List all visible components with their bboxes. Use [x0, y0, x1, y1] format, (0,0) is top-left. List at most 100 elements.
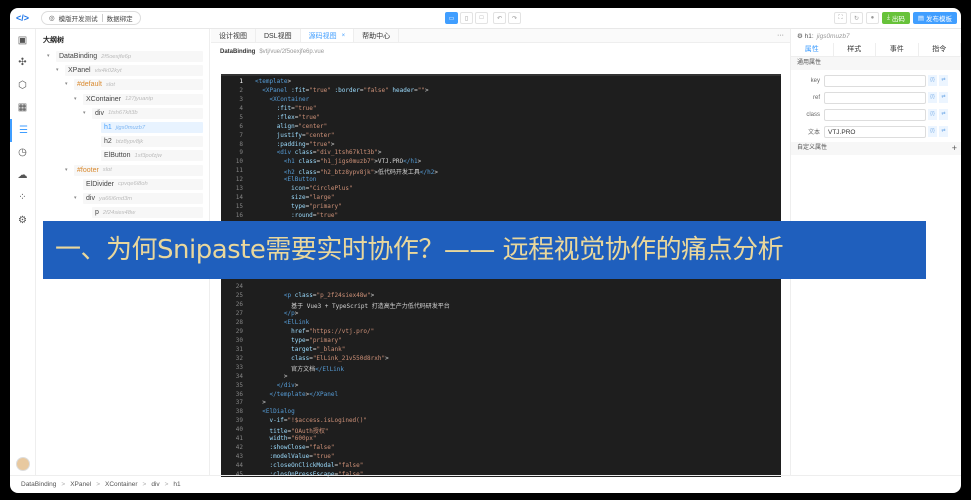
fullscreen-icon[interactable]: ⛶: [833, 12, 847, 24]
expand-arrow-icon[interactable]: ▾: [83, 110, 86, 116]
line-number: 13: [235, 185, 243, 193]
node-label: h1:: [804, 32, 814, 40]
prop-input[interactable]: VTJ.PRO: [824, 125, 926, 138]
editor-tabs: 设计视图 DSL视图 源码视图 × 帮助中心 ···: [211, 29, 790, 43]
plugin-icon[interactable]: ✣: [10, 52, 35, 75]
code-line: :padding="true">: [276, 140, 335, 148]
settings-icon[interactable]: ●: [865, 12, 879, 24]
tree-node[interactable]: h1 jigs0muzb7: [101, 122, 203, 133]
code-line: </template></XPanel: [269, 390, 339, 398]
prop-input[interactable]: [824, 74, 926, 87]
line-number: 14: [235, 194, 243, 202]
expand-arrow-icon[interactable]: ▾: [65, 81, 68, 87]
chevron-right-icon: >: [164, 481, 169, 488]
add-icon[interactable]: +: [952, 142, 957, 155]
expand-arrow-icon[interactable]: ▾: [47, 53, 50, 59]
code-line: size="large": [291, 194, 335, 202]
tree-node[interactable]: h2 btz8ypv8jk: [101, 136, 203, 148]
tree-node[interactable]: XPanel vix4k02kyt: [65, 65, 203, 77]
line-number: 34: [235, 372, 243, 380]
project-breadcrumb[interactable]: ◎ 模版开发测试 数据绑定: [41, 11, 141, 25]
project-name[interactable]: 模版开发测试: [59, 13, 98, 23]
swap-button[interactable]: ⇄: [939, 109, 948, 120]
line-number: 6: [239, 122, 243, 130]
more-icon[interactable]: ···: [777, 32, 790, 39]
line-number: 36: [235, 390, 243, 398]
line-number: 37: [235, 399, 243, 407]
undo-icon[interactable]: ↶: [493, 12, 506, 24]
line-number: 26: [235, 301, 243, 309]
bind-button[interactable]: {/}: [928, 109, 937, 120]
export-button[interactable]: ⤓ 出码: [881, 12, 910, 24]
code-line: <p class="p_2f24siex48w">: [283, 292, 375, 300]
expand-arrow-icon[interactable]: ▾: [65, 167, 68, 173]
props-tab[interactable]: 事件: [876, 43, 919, 56]
tab-1[interactable]: DSL视图: [256, 29, 301, 42]
publish-button[interactable]: ▤ 发布模板: [912, 12, 957, 24]
tree-node[interactable]: p 2f24siex48w: [92, 207, 203, 219]
line-number: 44: [235, 461, 243, 469]
node-name: h1: [104, 124, 112, 131]
tree-node[interactable]: #footer slot: [74, 164, 203, 176]
tree-node[interactable]: DataBinding 2f5oexjfe6p: [56, 51, 203, 62]
node-id: cpvqe6i8oh: [118, 181, 148, 188]
tab-3[interactable]: 帮助中心: [354, 29, 400, 42]
props-tab[interactable]: 指令: [919, 43, 961, 56]
crumb-item[interactable]: div: [151, 481, 159, 488]
redo-icon[interactable]: ↷: [508, 12, 521, 24]
crumb-item[interactable]: XContainer: [105, 481, 138, 488]
page-name[interactable]: 数据绑定: [107, 13, 133, 23]
tree-node[interactable]: XContainer 127jyuanip: [83, 93, 203, 105]
bind-button[interactable]: {/}: [928, 92, 937, 103]
tree-node[interactable]: ElDivider cpvqe6i8oh: [83, 178, 203, 190]
bind-button[interactable]: {/}: [928, 126, 937, 137]
node-id: jigs0muzb7: [816, 32, 850, 40]
gear-icon[interactable]: ⚙: [10, 209, 35, 232]
swap-button[interactable]: ⇄: [939, 75, 948, 86]
expand-arrow-icon[interactable]: ▾: [74, 195, 77, 201]
props-tab[interactable]: 样式: [834, 43, 876, 56]
code-line: <ElLink: [283, 319, 310, 327]
pages-icon[interactable]: ▣: [10, 29, 35, 52]
code-line: <ElButton: [283, 176, 317, 184]
tree-node[interactable]: div 1tsh67klt3b: [92, 107, 203, 119]
apps-icon[interactable]: ⁘: [10, 187, 35, 210]
prop-input[interactable]: [824, 91, 926, 104]
swap-button[interactable]: ⇄: [939, 92, 948, 103]
props-tab[interactable]: 属性: [791, 43, 834, 56]
code-line: type="primary": [291, 336, 342, 344]
line-number: 42: [235, 444, 243, 452]
tree-node[interactable]: ElButton 1sf3pofzjw: [101, 150, 203, 162]
layout-icon[interactable]: ▦: [10, 97, 35, 120]
crumb-item[interactable]: XPanel: [70, 481, 91, 488]
avatar[interactable]: [16, 457, 30, 471]
expand-arrow-icon[interactable]: ▾: [56, 67, 59, 73]
crumb-item[interactable]: h1: [173, 481, 180, 488]
tab-label: 设计视图: [219, 32, 247, 40]
prop-input[interactable]: [824, 108, 926, 121]
tree-node[interactable]: #default slot: [74, 79, 203, 91]
components-icon[interactable]: ⬡: [10, 74, 35, 97]
swap-button[interactable]: ⇄: [939, 126, 948, 137]
cloud-icon[interactable]: ☁: [10, 164, 35, 187]
code-line: width="600px": [269, 435, 317, 443]
status-breadcrumb: DataBinding > XPanel > XContainer > div > h1: [10, 475, 961, 493]
close-icon[interactable]: ×: [342, 33, 346, 39]
desktop-icon[interactable]: ▭: [445, 12, 458, 24]
bind-button[interactable]: {/}: [928, 75, 937, 86]
history-icon[interactable]: ◷: [10, 142, 35, 165]
refresh-icon[interactable]: ↻: [849, 12, 863, 24]
caption-banner: 一、为何Snipaste需要实时协作？—— 远程视觉协作的痛点分析: [43, 221, 926, 279]
expand-arrow-icon[interactable]: ▾: [74, 96, 77, 102]
prop-label: key: [810, 77, 820, 84]
outline-icon[interactable]: ☰: [10, 119, 35, 142]
code-line: 官方文档</ElLink: [255, 365, 345, 373]
tab-0[interactable]: 设计视图: [211, 29, 256, 42]
node-name: div: [95, 109, 104, 117]
tab-2[interactable]: 源码视图 ×: [300, 29, 355, 42]
crumb-item[interactable]: DataBinding: [21, 481, 56, 488]
code-line: :round="true": [291, 211, 339, 219]
tablet-icon[interactable]: □: [475, 12, 488, 24]
mobile-icon[interactable]: ▯: [460, 12, 473, 24]
tree-node[interactable]: div ya66i6md3m: [83, 193, 203, 204]
